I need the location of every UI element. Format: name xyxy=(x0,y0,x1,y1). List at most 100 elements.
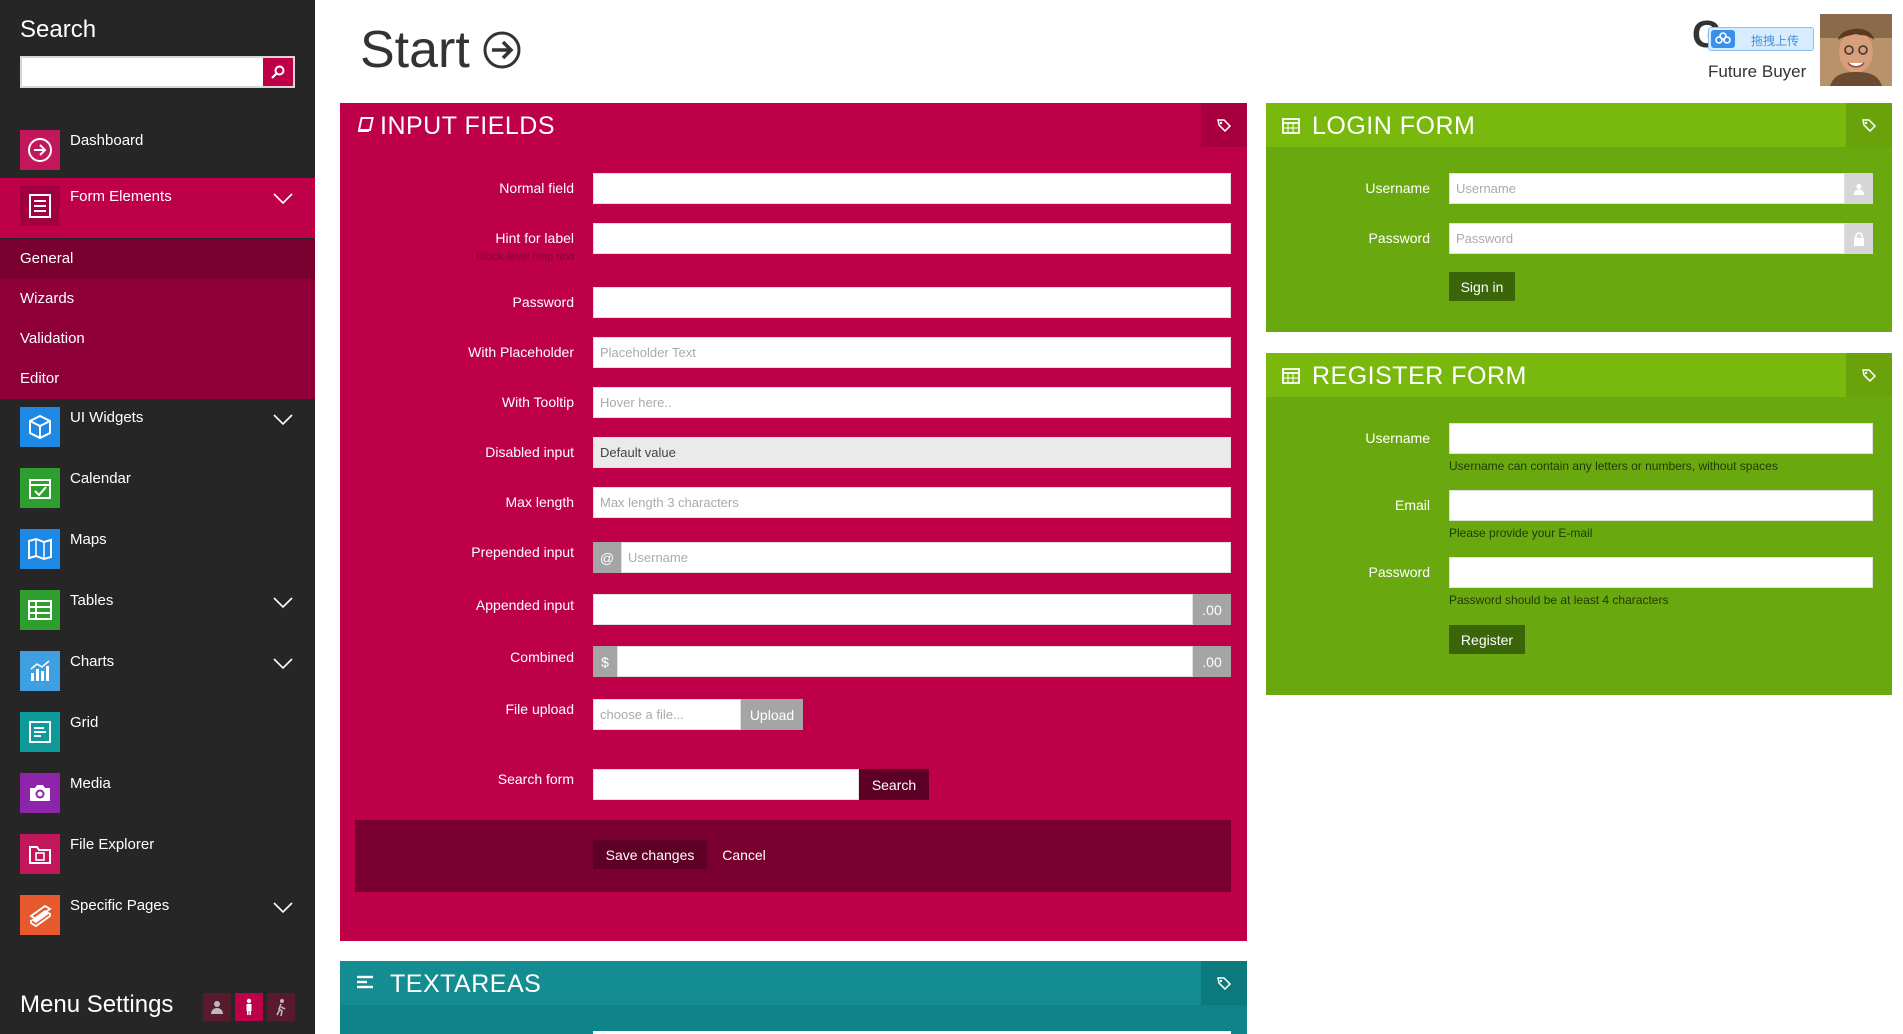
panel-tools-button[interactable] xyxy=(1201,961,1247,1005)
register-password-input[interactable] xyxy=(1449,557,1873,588)
align-left-icon xyxy=(357,975,373,989)
appended-field-label: Appended input xyxy=(475,597,574,613)
sidebar-search-input[interactable] xyxy=(22,58,263,86)
sign-in-button[interactable]: Sign in xyxy=(1449,272,1515,301)
menu-size-large-button[interactable] xyxy=(267,993,295,1021)
dollar-addon: $ xyxy=(593,646,617,677)
sidebar-item-charts[interactable]: Charts xyxy=(0,643,315,703)
prepended-field-input[interactable] xyxy=(621,542,1231,573)
menu-settings-title: Menu Settings xyxy=(20,991,174,1018)
chevron-down-icon xyxy=(273,597,293,609)
sidebar-item-label: File Explorer xyxy=(70,836,155,853)
calendar-check-icon xyxy=(20,468,60,508)
textareas-panel: TEXTAREAS xyxy=(340,961,1247,1034)
combined-field-label: Combined xyxy=(510,649,574,665)
book-icon xyxy=(357,117,374,132)
avatar[interactable] xyxy=(1820,14,1892,86)
password-input[interactable] xyxy=(593,287,1231,318)
register-password-help: Password should be at least 4 characters xyxy=(1449,593,1669,607)
combined-field-input[interactable] xyxy=(617,646,1193,677)
panel-tools-button[interactable] xyxy=(1846,103,1892,147)
grid-icon xyxy=(20,712,60,752)
input-fields-panel: INPUT FIELDS Normal field Hint for label… xyxy=(340,103,1247,941)
password-label: Password xyxy=(512,294,574,310)
register-username-label: Username xyxy=(1365,430,1430,446)
search-icon xyxy=(271,65,285,79)
sidebar-item-tables[interactable]: Tables xyxy=(0,582,315,642)
register-username-input[interactable] xyxy=(1449,423,1873,454)
register-form-panel: REGISTER FORM Username Username can cont… xyxy=(1266,353,1892,695)
search-form-label: Search form xyxy=(497,771,574,787)
register-email-label: Email xyxy=(1394,497,1430,513)
panel-tools-button[interactable] xyxy=(1201,103,1247,147)
maxlength-field-input[interactable] xyxy=(593,487,1231,518)
decimal-addon: .00 xyxy=(1193,594,1231,625)
sidebar-item-label: UI Widgets xyxy=(70,409,144,426)
placeholder-field-input[interactable] xyxy=(593,337,1231,368)
lock-icon xyxy=(1845,223,1873,254)
appended-field-input[interactable] xyxy=(593,594,1193,625)
textareas-title: TEXTAREAS xyxy=(390,970,542,998)
file-upload-label: File upload xyxy=(505,701,575,717)
panel-tools-button[interactable] xyxy=(1846,353,1892,397)
search-button[interactable]: Search xyxy=(859,769,929,800)
sidebar-item-label: Form Elements xyxy=(70,188,172,205)
cancel-button[interactable]: Cancel xyxy=(713,840,775,869)
sidebar-item-grid[interactable]: Grid xyxy=(0,704,315,764)
sidebar-subitem-validation[interactable]: Validation xyxy=(0,319,315,359)
sidebar-subitem-wizards[interactable]: Wizards xyxy=(0,279,315,319)
sidebar-item-media[interactable]: Media xyxy=(0,765,315,825)
hint-field-input[interactable] xyxy=(593,223,1231,254)
file-upload-input[interactable] xyxy=(593,699,741,730)
sidebar-subitem-general[interactable]: General xyxy=(0,239,315,279)
tag-icon xyxy=(1862,369,1877,382)
sidebar-item-ui-widgets[interactable]: UI Widgets xyxy=(0,399,315,459)
upload-button[interactable]: Upload xyxy=(741,699,803,730)
login-username-input[interactable] xyxy=(1449,173,1845,204)
arrow-circle-icon[interactable] xyxy=(482,30,522,70)
cloud-upload-icon xyxy=(1711,30,1735,48)
textareas-header: TEXTAREAS xyxy=(340,961,1247,1005)
tooltip-field-label: With Tooltip xyxy=(501,394,574,410)
sidebar-item-dashboard[interactable]: Dashboard xyxy=(0,122,315,182)
input-fields-header: INPUT FIELDS xyxy=(340,103,1247,147)
sidebar-search-box xyxy=(20,56,295,88)
register-form-header: REGISTER FORM xyxy=(1266,353,1892,397)
sidebar-item-label: Maps xyxy=(70,531,107,548)
login-password-label: Password xyxy=(1368,230,1430,246)
login-form-panel: LOGIN FORM Username Password Sign in xyxy=(1266,103,1892,332)
sidebar-subitem-editor[interactable]: Editor xyxy=(0,359,315,399)
menu-size-small-button[interactable] xyxy=(203,993,231,1021)
page-title: Start xyxy=(360,20,522,80)
save-changes-button[interactable]: Save changes xyxy=(593,840,707,869)
register-email-input[interactable] xyxy=(1449,490,1873,521)
sidebar-item-form-elements[interactable]: Form Elements xyxy=(0,178,315,238)
placeholder-field-label: With Placeholder xyxy=(468,344,574,360)
disabled-field-input: Default value xyxy=(593,437,1231,468)
sidebar-item-label: Charts xyxy=(70,653,115,670)
register-button[interactable]: Register xyxy=(1449,625,1525,654)
sidebar-search-button[interactable] xyxy=(263,58,293,86)
sidebar-item-label: Grid xyxy=(70,714,99,731)
page-title-text: Start xyxy=(360,21,470,79)
hint-help-text: Block-level help text xyxy=(476,251,574,263)
normal-field-input[interactable] xyxy=(593,173,1231,204)
sidebar-item-file-explorer[interactable]: File Explorer xyxy=(0,826,315,886)
upload-badge-label: 拖拽上传 xyxy=(1751,34,1800,48)
map-icon xyxy=(20,529,60,569)
sidebar-item-specific-pages[interactable]: Specific Pages xyxy=(0,887,315,947)
tag-icon xyxy=(1217,119,1232,132)
menu-size-medium-button[interactable] xyxy=(235,993,263,1021)
user-icon xyxy=(1845,173,1873,204)
sidebar-item-maps[interactable]: Maps xyxy=(0,521,315,581)
sidebar-item-calendar[interactable]: Calendar xyxy=(0,460,315,520)
decimal-addon: .00 xyxy=(1193,646,1231,677)
form-actions: Save changes Cancel xyxy=(355,820,1231,892)
app-root: Search Dashboard Form Elements General W… xyxy=(0,0,1903,1034)
tooltip-field-input[interactable] xyxy=(593,387,1231,418)
search-form-input[interactable] xyxy=(593,769,859,800)
upload-badge[interactable]: 拖拽上传 xyxy=(1708,27,1814,51)
login-password-input[interactable] xyxy=(1449,223,1845,254)
sidebar-subitem-label: Validation xyxy=(20,330,85,347)
person-walking-icon xyxy=(276,999,286,1016)
